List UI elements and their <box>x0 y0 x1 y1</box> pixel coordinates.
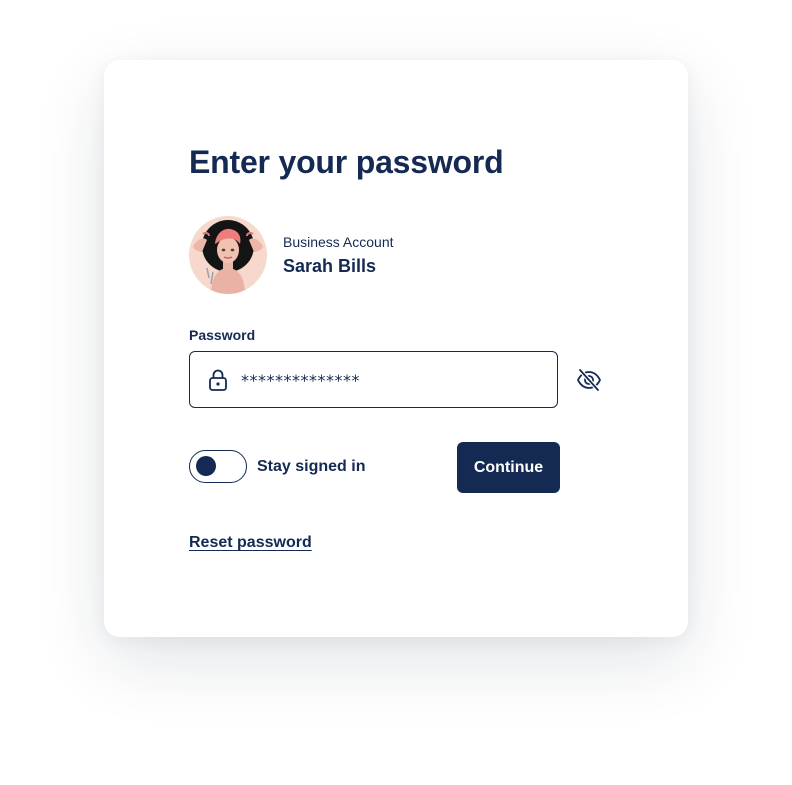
avatar <box>189 216 267 294</box>
lock-icon <box>209 369 227 391</box>
login-card: Enter your password Business Account Sar… <box>104 60 688 637</box>
password-value: ************** <box>241 371 360 390</box>
account-name: Sarah Bills <box>283 256 377 276</box>
stay-signed-in-label: Stay signed in <box>257 458 366 475</box>
toggle-knob <box>196 456 216 476</box>
continue-button[interactable]: Continue <box>457 442 560 493</box>
reset-password-link[interactable]: Reset password <box>189 534 312 552</box>
password-label: Password <box>189 327 256 343</box>
password-input[interactable]: ************** <box>189 351 558 408</box>
eye-off-icon[interactable] <box>576 367 602 393</box>
account-type-label: Business Account <box>283 234 394 250</box>
stay-signed-in-toggle[interactable] <box>189 450 247 483</box>
page-title: Enter your password <box>189 144 504 180</box>
